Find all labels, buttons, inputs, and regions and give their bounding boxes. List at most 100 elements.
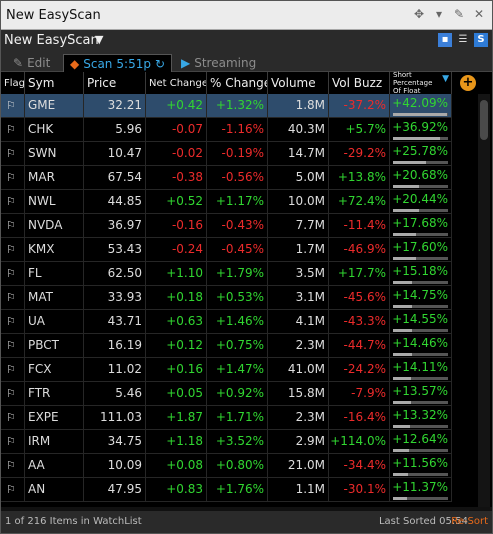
s-icon[interactable]: S (474, 33, 488, 47)
scan-name[interactable]: New EasyScan (4, 33, 99, 48)
flag-icon[interactable]: ⚐ (1, 262, 25, 286)
flag-icon[interactable]: ⚐ (1, 430, 25, 454)
table-row[interactable]: ⚐ FCX 11.02 +0.16 +1.47% 41.0M -24.2% +14.11% (1, 358, 452, 382)
flag-icon[interactable]: ⚐ (1, 478, 25, 502)
spf-bar (393, 377, 448, 380)
table-row[interactable]: ⚐ IRM 34.75 +1.18 +3.52% 2.9M +114.0% +12.64% (1, 430, 452, 454)
move-icon[interactable]: ✥ (412, 7, 426, 21)
cell-sym-value: AN (28, 482, 46, 496)
flag-icon[interactable]: ⚐ (1, 286, 25, 310)
vertical-scrollbar[interactable] (452, 94, 492, 507)
col-price[interactable]: Price (84, 72, 146, 94)
cell-buzz: -30.1% (329, 478, 390, 502)
table-row[interactable]: ⚐ PBCT 16.19 +0.12 +0.75% 2.3M -44.7% +14.46% (1, 334, 452, 358)
table-row[interactable]: ⚐ AA 10.09 +0.08 +0.80% 21.0M -34.4% +11.56% (1, 454, 452, 478)
flag-icon[interactable]: ⚐ (1, 454, 25, 478)
col-flag[interactable]: Flag (1, 72, 25, 94)
flag-icon[interactable]: ⚐ (1, 310, 25, 334)
cell-net-value: +1.87 (166, 410, 203, 424)
table-row[interactable]: ⚐ MAT 33.93 +0.18 +0.53% 3.1M -45.6% +14.75% (1, 286, 452, 310)
table-row[interactable]: ⚐ NWL 44.85 +0.52 +1.17% 10.0M +72.4% +20.44% (1, 190, 452, 214)
tab-scan[interactable]: ◆ Scan 5:51p ↻ (63, 54, 173, 72)
list-icon[interactable]: ☰ (456, 33, 470, 47)
table-row[interactable]: ⚐ GME 32.21 +0.42 +1.32% 1.8M -37.2% +42.09% (1, 94, 452, 118)
col-pct-change[interactable]: % Change (207, 72, 268, 94)
cell-sym-value: CHK (28, 122, 54, 136)
col-net-change[interactable]: Net Change (146, 72, 207, 94)
cell-spf: +17.60% (390, 238, 452, 262)
cell-sym: NVDA (25, 214, 84, 238)
cell-spf: +15.18% (390, 262, 452, 286)
flag-icon[interactable]: ⚐ (1, 94, 25, 118)
cell-buzz-value: -37.2% (343, 98, 386, 112)
refresh-icon[interactable]: ↻ (155, 57, 165, 71)
play-icon: ▶ (181, 56, 191, 70)
cell-spf: +20.68% (390, 166, 452, 190)
table-row[interactable]: ⚐ EXPE 111.03 +1.87 +1.71% 2.3M -16.4% +13.32% (1, 406, 452, 430)
title-bar[interactable]: New EasyScan ✥ ▾ ✎ ✕ (1, 1, 492, 30)
table-row[interactable]: ⚐ CHK 5.96 -0.07 -1.16% 40.3M +5.7% +36.92% (1, 118, 452, 142)
table-row[interactable]: ⚐ KMX 53.43 -0.24 -0.45% 1.7M -46.9% +17.60% (1, 238, 452, 262)
cell-vol-value: 21.0M (287, 458, 325, 472)
tab-edit[interactable]: ✎ Edit (13, 54, 50, 72)
cell-pct-value: +1.47% (215, 362, 264, 376)
cell-buzz: -44.7% (329, 334, 390, 358)
cell-price-value: 16.19 (107, 338, 142, 352)
flag-icon[interactable]: ⚐ (1, 118, 25, 142)
flag-icon[interactable]: ⚐ (1, 166, 25, 190)
cell-price: 5.96 (84, 118, 146, 142)
cell-spf-value: +14.55% (392, 312, 448, 326)
spf-bar-fill (393, 161, 426, 164)
tab-streaming[interactable]: ▶ Streaming (181, 54, 256, 72)
cell-net-value: +0.16 (166, 362, 203, 376)
cell-spf: +13.57% (390, 382, 452, 406)
flag-icon[interactable]: ⚐ (1, 334, 25, 358)
flag-icon[interactable]: ⚐ (1, 382, 25, 406)
table-row[interactable]: ⚐ AN 47.95 +0.83 +1.76% 1.1M -30.1% +11.37% (1, 478, 452, 502)
cell-price: 32.21 (84, 94, 146, 118)
flag-icon[interactable]: ⚐ (1, 238, 25, 262)
spf-bar-fill (393, 377, 412, 380)
cell-vol-value: 2.3M (295, 410, 325, 424)
cell-price-value: 36.97 (107, 218, 142, 232)
col-pct-change-label: % Change (210, 76, 267, 90)
cell-spf: +42.09% (390, 94, 452, 118)
table-row[interactable]: ⚐ FL 62.50 +1.10 +1.79% 3.5M +17.7% +15.18% (1, 262, 452, 286)
cell-net-value: +0.18 (166, 290, 203, 304)
col-sym[interactable]: Sym (25, 72, 84, 94)
save-icon[interactable]: ▪ (438, 33, 452, 47)
cell-vol: 5.0M (268, 166, 329, 190)
pin-icon[interactable]: ✎ (452, 7, 466, 21)
cell-vol: 3.1M (268, 286, 329, 310)
table-row[interactable]: ⚐ MAR 67.54 -0.38 -0.56% 5.0M +13.8% +20.68% (1, 166, 452, 190)
table-row[interactable]: ⚐ SWN 10.47 -0.02 -0.19% 14.7M -29.2% +25.78% (1, 142, 452, 166)
table-row[interactable]: ⚐ FTR 5.46 +0.05 +0.92% 15.8M -7.9% +13.57% (1, 382, 452, 406)
cell-sym: PBCT (25, 334, 84, 358)
arrow-icon[interactable]: ▾ (432, 7, 446, 21)
close-icon[interactable]: ✕ (472, 7, 486, 21)
scrollbar-track[interactable] (478, 94, 490, 507)
cell-net: +0.12 (146, 334, 207, 358)
col-volume[interactable]: Volume (268, 72, 329, 94)
col-vol-buzz[interactable]: Vol Buzz (329, 72, 390, 94)
add-column-icon[interactable]: + (460, 75, 476, 91)
spf-bar (393, 281, 448, 284)
flag-icon[interactable]: ⚐ (1, 406, 25, 430)
flag-icon[interactable]: ⚐ (1, 142, 25, 166)
cell-price-value: 62.50 (107, 266, 142, 280)
flag-icon[interactable]: ⚐ (1, 214, 25, 238)
cell-vol: 2.9M (268, 430, 329, 454)
cell-sym: GME (25, 94, 84, 118)
scrollbar-thumb[interactable] (480, 100, 488, 140)
flag-icon[interactable]: ⚐ (1, 358, 25, 382)
chevron-down-icon[interactable]: ▼ (95, 33, 103, 46)
resort-button[interactable]: Re-Sort (451, 516, 488, 527)
col-short-pct-float[interactable]: Short Percentage Of Float ▼ (390, 71, 452, 95)
table-row[interactable]: ⚐ UA 43.71 +0.63 +1.46% 4.1M -43.3% +14.55% (1, 310, 452, 334)
cell-net: -0.16 (146, 214, 207, 238)
flag-icon[interactable]: ⚐ (1, 190, 25, 214)
cell-sym: MAR (25, 166, 84, 190)
table-row[interactable]: ⚐ NVDA 36.97 -0.16 -0.43% 7.7M -11.4% +17.68% (1, 214, 452, 238)
cell-sym-value: FCX (28, 362, 52, 376)
cell-price-value: 10.09 (107, 458, 142, 472)
